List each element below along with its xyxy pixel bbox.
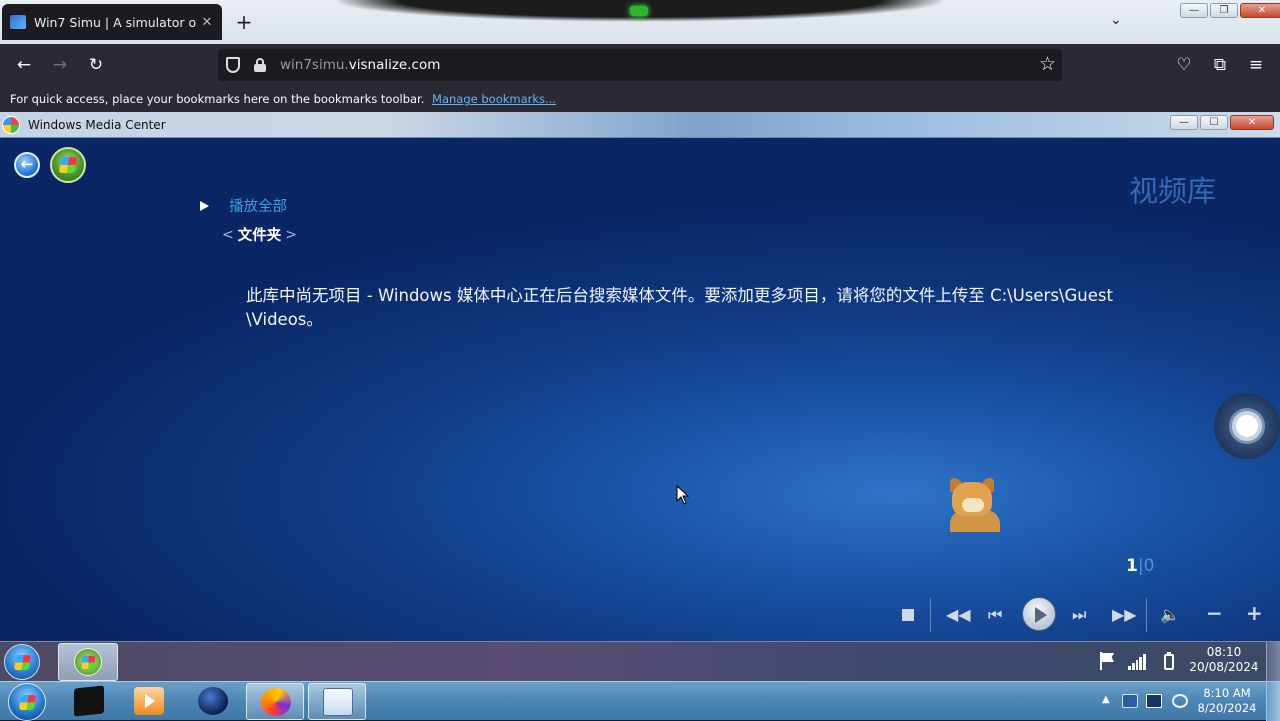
inner-clock-date: 20/08/2024: [1189, 660, 1259, 674]
new-tab-button[interactable]: +: [234, 10, 254, 34]
scroll-ring-icon[interactable]: [1214, 393, 1280, 459]
status-led: [630, 6, 648, 16]
bookmarks-bar: For quick access, place your bookmarks h…: [0, 86, 1280, 112]
host-show-desktop-button[interactable]: [1266, 682, 1280, 721]
library-title: 视频库: [1128, 174, 1216, 208]
wmc-maximize-button[interactable]: ☐: [1200, 115, 1228, 130]
folder-tab[interactable]: < 文件夹 >: [222, 224, 297, 245]
media-player-icon[interactable]: [120, 683, 178, 720]
host-start-button[interactable]: [8, 683, 46, 721]
wmc-logo-icon: [2, 116, 20, 134]
lock-icon[interactable]: [254, 58, 266, 72]
url-bar[interactable]: win7simu.visnalize.com ☆: [218, 49, 1062, 81]
host-system-tray: ▲ 8:10 AM 8/20/2024: [1096, 682, 1280, 721]
browser-toolbar: ← → ↻ win7simu.visnalize.com ☆ ♡ ⧉ ≡: [0, 44, 1280, 86]
tab-favicon-icon: [10, 15, 26, 29]
inner-system-tray: 08:10 20/08/2024: [1094, 642, 1280, 682]
battery-icon[interactable]: [1160, 652, 1178, 670]
wmc-back-button[interactable]: ←: [14, 152, 40, 178]
wmc-window-title: Windows Media Center: [28, 118, 166, 132]
windows-flag-icon: [18, 695, 37, 710]
browser-tab-strip: Win7 Simu | A simulator of Win ✕ + ⌄ — ❐…: [0, 0, 1280, 44]
wmc-window: Windows Media Center — ☐ ✕ ← 视频库 播放全部 < …: [0, 112, 1280, 641]
counter-current: 1: [1126, 556, 1138, 576]
network-signal-icon[interactable]: [1128, 652, 1146, 670]
wmc-close-button[interactable]: ✕: [1230, 115, 1274, 130]
volume-up-icon[interactable]: +: [1246, 601, 1263, 625]
windows-flag-icon: [13, 655, 32, 670]
host-clock-time: 8:10 AM: [1203, 686, 1251, 700]
host-clock[interactable]: 8:10 AM 8/20/2024: [1196, 686, 1258, 716]
item-counter: 1|0: [1126, 556, 1154, 576]
tray-display-icon[interactable]: [1146, 694, 1162, 708]
back-icon[interactable]: ←: [13, 54, 35, 76]
stop-icon[interactable]: [902, 609, 914, 621]
pocket-icon[interactable]: ♡: [1173, 54, 1195, 76]
previous-icon[interactable]: ⏮: [988, 605, 1002, 625]
globe-icon[interactable]: [184, 683, 242, 720]
inner-clock[interactable]: 08:10 20/08/2024: [1184, 645, 1264, 675]
tab-close-icon[interactable]: ✕: [200, 15, 214, 30]
extensions-icon[interactable]: ⧉: [1209, 54, 1231, 76]
play-icon[interactable]: [1022, 597, 1056, 631]
host-taskbar: ▲ 8:10 AM 8/20/2024: [0, 681, 1280, 721]
tab-title: Win7 Simu | A simulator of Win: [34, 14, 196, 30]
forward-icon[interactable]: →: [49, 54, 71, 76]
menu-icon[interactable]: ≡: [1245, 54, 1267, 76]
wmc-start-orb-icon[interactable]: [50, 147, 86, 183]
minimize-button[interactable]: —: [1180, 3, 1208, 18]
counter-total: 0: [1143, 556, 1155, 576]
play-triangle-icon: [200, 200, 209, 211]
fast-forward-icon[interactable]: ▶▶: [1112, 605, 1137, 624]
volume-down-icon[interactable]: −: [1206, 601, 1223, 625]
tab-list-chevron-icon[interactable]: ⌄: [1110, 12, 1122, 28]
star-icon[interactable]: ☆: [1039, 53, 1056, 75]
firefox-icon[interactable]: [246, 683, 304, 720]
tray-network-icon[interactable]: [1172, 694, 1188, 708]
wmc-content: ← 视频库 播放全部 < 文件夹 > 此库中尚无项目 - Windows 媒体中…: [0, 138, 1280, 641]
wmc-titlebar[interactable]: Windows Media Center — ☐ ✕: [0, 112, 1280, 138]
transport-divider: [930, 598, 931, 632]
chevron-right-icon[interactable]: >: [285, 227, 297, 243]
wmc-orb-icon: [74, 648, 102, 676]
url-text[interactable]: win7simu.visnalize.com: [280, 57, 440, 73]
chevron-left-icon[interactable]: <: [222, 227, 234, 243]
host-window-controls: — ❐ ✕: [1180, 3, 1280, 18]
transport-controls: ◀◀ ⏮ ⏭ ▶▶ 🔈 − +: [890, 593, 1280, 639]
taskbar-wmc-button[interactable]: [58, 643, 118, 681]
inner-clock-time: 08:10: [1206, 645, 1242, 659]
next-icon[interactable]: ⏭: [1072, 605, 1086, 625]
volume-icon[interactable]: 🔈: [1160, 605, 1180, 624]
play-all-label: 播放全部: [229, 199, 287, 215]
console-icon[interactable]: [60, 683, 118, 720]
tray-app-icon[interactable]: [1122, 694, 1138, 708]
inner-show-desktop-button[interactable]: [1266, 642, 1280, 682]
play-all-button[interactable]: 播放全部: [200, 195, 287, 216]
keyboard-icon[interactable]: [308, 683, 366, 720]
rewind-icon[interactable]: ◀◀: [946, 605, 971, 624]
close-button[interactable]: ✕: [1240, 3, 1280, 18]
bookmarks-message: For quick access, place your bookmarks h…: [10, 92, 425, 106]
wmc-window-controls: — ☐ ✕: [1170, 115, 1274, 130]
transport-divider: [1146, 598, 1147, 632]
inner-start-button[interactable]: [4, 644, 40, 680]
browser-tab[interactable]: Win7 Simu | A simulator of Win ✕: [2, 4, 222, 40]
host-clock-date: 8/20/2024: [1197, 701, 1257, 715]
folder-tab-label: 文件夹: [237, 228, 282, 244]
tray-expand-icon[interactable]: ▲: [1102, 694, 1110, 705]
restore-button[interactable]: ❐: [1210, 3, 1238, 18]
action-center-flag-icon[interactable]: [1098, 652, 1116, 670]
inner-taskbar: 08:10 20/08/2024: [0, 641, 1280, 682]
wmc-minimize-button[interactable]: —: [1170, 115, 1198, 130]
empty-library-message: 此库中尚无项目 - Windows 媒体中心正在后台搜索媒体文件。要添加更多项目…: [246, 286, 1113, 329]
reload-icon[interactable]: ↻: [85, 54, 107, 76]
shield-icon[interactable]: [226, 57, 240, 73]
manage-bookmarks-link[interactable]: Manage bookmarks...: [432, 92, 556, 106]
top-decoration: [330, 0, 950, 22]
dog-mascot-image: [946, 478, 1006, 532]
